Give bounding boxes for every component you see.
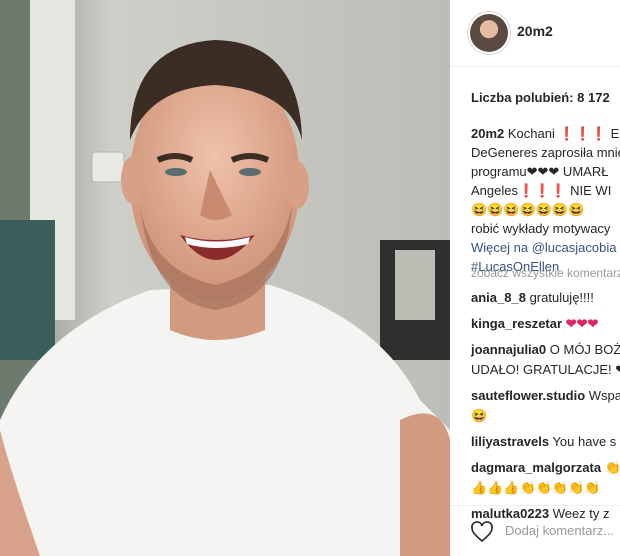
likes-count[interactable]: Liczba polubień: 8 172 <box>471 90 610 105</box>
comment-text: 👍👍👍👏👏👏👏👏 <box>471 480 601 495</box>
comment-text: ❤❤❤ <box>565 316 599 331</box>
comment-text: O MÓJ BOŻE <box>549 342 620 357</box>
comment-text: Wspaniale <box>588 388 620 403</box>
caption-line: programu❤❤❤ UMARŁ <box>471 164 609 179</box>
heart-outline-icon[interactable] <box>470 520 494 544</box>
comment-text: You have s <box>552 434 617 449</box>
post-footer: Dodaj komentarz... <box>450 505 620 556</box>
comment-text: 😆 <box>471 408 488 423</box>
comments-list: ania_8_8 gratuluję!!!! kinga_reszetar ❤❤… <box>471 288 620 530</box>
caption-line: Angeles❗❗❗ NIE WI <box>471 183 612 198</box>
caption-line[interactable]: Więcej na @lucasjacobia <box>471 238 620 257</box>
caption-line: DeGeneres zaprosiła mnie <box>471 145 620 160</box>
post-caption: 20m2 Kochani ❗❗❗ Ellen DeGeneres zaprosi… <box>471 124 620 276</box>
comment: sauteflower.studio Wspaniale 😆 <box>471 386 620 426</box>
comment-text: 👏 <box>604 460 620 475</box>
caption-line: Kochani ❗❗❗ Ellen <box>507 126 620 141</box>
comment-username[interactable]: dagmara_malgorzata <box>471 460 601 475</box>
comment-username[interactable]: sauteflower.studio <box>471 388 585 403</box>
selfie-photo <box>0 0 450 556</box>
add-comment-input[interactable]: Dodaj komentarz... <box>505 523 614 538</box>
post-photo[interactable] <box>0 0 450 556</box>
comment-text: UDAŁO! GRATULACJE! ❤ <box>471 362 620 377</box>
comment: kinga_reszetar ❤❤❤ <box>471 314 620 334</box>
comment-username[interactable]: liliyastravels <box>471 434 549 449</box>
comment-text: gratuluję!!!! <box>529 290 594 305</box>
caption-line: robić wykłady motywacy <box>471 221 611 236</box>
caption-username[interactable]: 20m2 <box>471 126 504 141</box>
caption-line: 😆😆😆😆😆😆😆 <box>471 202 585 217</box>
post-username[interactable]: 20m2 <box>517 23 553 39</box>
comment-username[interactable]: kinga_reszetar <box>471 316 562 331</box>
comment: liliyastravels You have s <box>471 432 620 452</box>
comment-username[interactable]: joannajulia0 <box>471 342 546 357</box>
comment: dagmara_malgorzata 👏 👍👍👍👏👏👏👏👏 <box>471 458 620 498</box>
comment: joannajulia0 O MÓJ BOŻE UDAŁO! GRATULACJ… <box>471 340 620 380</box>
avatar[interactable] <box>470 14 508 52</box>
post-header: 20m2 <box>450 0 620 67</box>
view-all-comments-link[interactable]: zobacz wszystkie komentarze <box>471 266 620 280</box>
comment: ania_8_8 gratuluję!!!! <box>471 288 620 308</box>
comment-username[interactable]: ania_8_8 <box>471 290 526 305</box>
post-details-panel: 20m2 Liczba polubień: 8 172 20m2 Kochani… <box>450 0 620 556</box>
